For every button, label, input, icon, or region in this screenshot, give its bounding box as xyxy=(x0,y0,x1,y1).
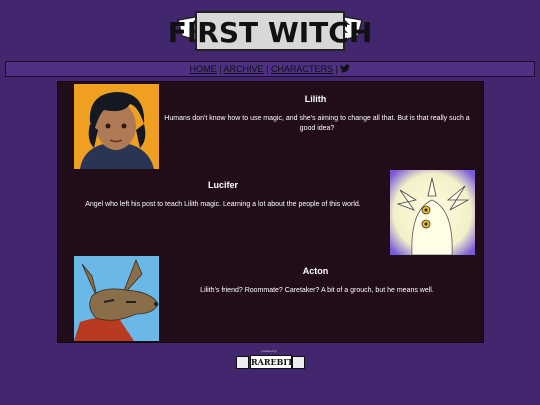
nav-bar: HOME | ARCHIVE | CHARACTERS | xyxy=(5,61,535,77)
nav-home-link[interactable]: HOME xyxy=(190,64,217,74)
nav-separator: | xyxy=(219,64,222,74)
character-description: Humans don't know how to use magic, and … xyxy=(164,115,470,132)
acton-avatar xyxy=(74,256,159,341)
rarebit-right-icon xyxy=(292,356,305,369)
nav-separator: | xyxy=(266,64,269,74)
lilith-avatar xyxy=(74,84,159,169)
lucifer-avatar xyxy=(390,170,475,255)
rarebit-left-icon xyxy=(236,356,249,369)
nav-characters-link[interactable]: CHARACTERS xyxy=(271,64,333,74)
powered-by-label: powered by xyxy=(261,349,277,353)
character-name: Lilith xyxy=(304,94,327,104)
site-title: FIRST WITCH xyxy=(170,16,370,49)
character-name: Acton xyxy=(302,266,329,276)
nav-separator: | xyxy=(335,64,338,74)
site-logo[interactable]: FIRST WITCH xyxy=(170,6,370,54)
character-description: Angel who left his post to teach Lilith … xyxy=(85,201,361,208)
powered-by-rarebit[interactable]: powered by RAREBIT xyxy=(235,349,305,369)
character-name: Lucifer xyxy=(207,180,238,190)
twitter-icon[interactable] xyxy=(340,63,351,77)
nav-archive-link[interactable]: ARCHIVE xyxy=(224,64,264,74)
characters-panel: Lilith Humans don't know how to use magi… xyxy=(57,81,484,343)
character-description: Lilith's friend? Roommate? Caretaker? A … xyxy=(200,287,434,294)
rarebit-brand: RAREBIT xyxy=(250,355,294,369)
